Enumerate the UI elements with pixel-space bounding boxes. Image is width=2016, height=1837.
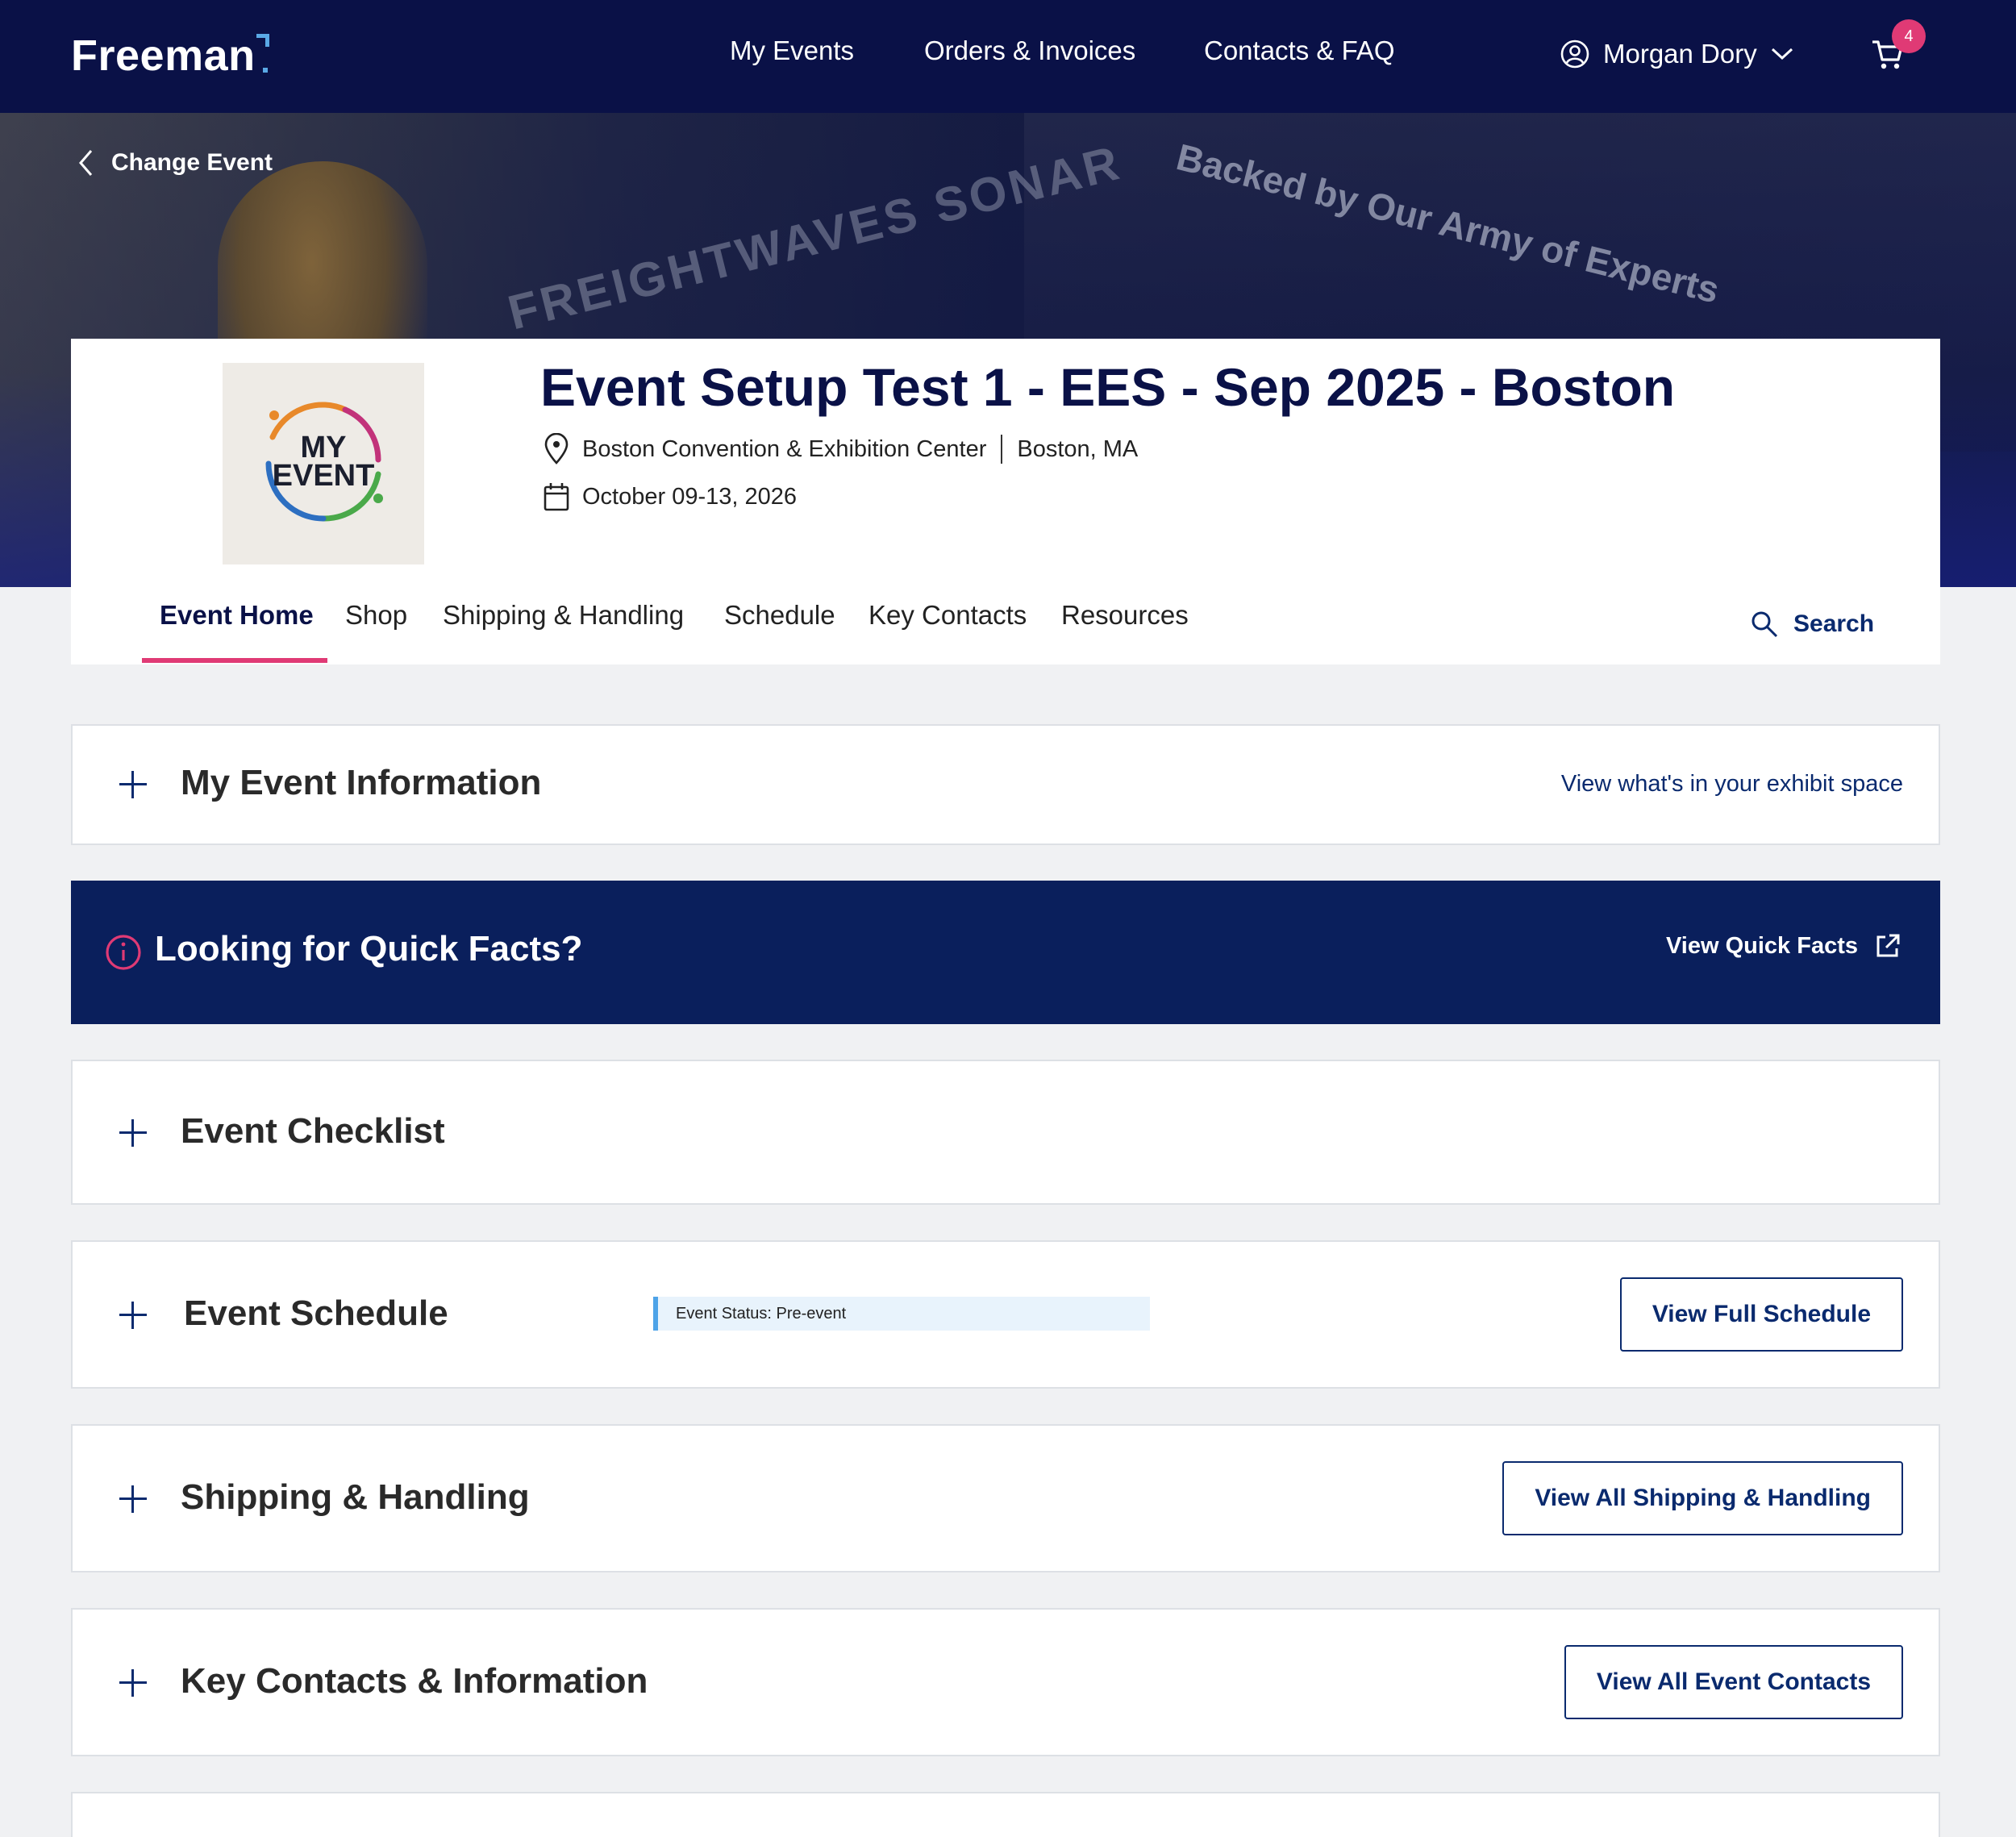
my-event-information-section: My Event Information View what's in your… — [71, 724, 1940, 845]
view-all-contacts-button[interactable]: View All Event Contacts — [1564, 1645, 1903, 1719]
nav-contacts-faq[interactable]: Contacts & FAQ — [1204, 35, 1395, 66]
event-status-badge: Event Status: Pre-event — [653, 1297, 1150, 1331]
shipping-handling-section: Shipping & Handling View All Shipping & … — [71, 1424, 1940, 1572]
expand-plus-icon[interactable] — [119, 1485, 147, 1513]
user-menu[interactable]: Morgan Dory — [1560, 35, 1794, 73]
tab-shipping-handling[interactable]: Shipping & Handling — [443, 600, 684, 631]
chevron-left-icon — [79, 150, 93, 176]
event-location: Boston Convention & Exhibition Center Bo… — [542, 431, 1138, 467]
divider — [1001, 435, 1003, 464]
event-checklist-section: Event Checklist — [71, 1060, 1940, 1205]
nav-orders-invoices[interactable]: Orders & Invoices — [924, 35, 1135, 66]
event-dates: October 09-13, 2026 — [582, 483, 798, 510]
top-navigation: Freeman My Events Orders & Invoices Cont… — [0, 0, 2016, 113]
expand-plus-icon[interactable] — [119, 1669, 147, 1697]
event-title: Event Setup Test 1 - EES - Sep 2025 - Bo… — [540, 357, 1676, 417]
quick-facts-banner: Looking for Quick Facts? View Quick Fact… — [71, 881, 1940, 1024]
nav-my-events[interactable]: My Events — [730, 35, 854, 66]
user-name: Morgan Dory — [1603, 39, 1757, 69]
event-logo-text: EVENT — [273, 459, 375, 493]
active-tab-indicator — [142, 658, 327, 663]
view-quick-facts-link[interactable]: View Quick Facts — [1666, 932, 1901, 960]
event-dates-row: October 09-13, 2026 — [542, 479, 797, 514]
key-contacts-section: Key Contacts & Information View All Even… — [71, 1608, 1940, 1756]
external-link-icon — [1876, 934, 1900, 957]
event-logo-ring-icon: MY EVENT — [265, 402, 383, 522]
location-pin-icon — [544, 433, 569, 464]
cart-count-badge: 4 — [1892, 19, 1926, 53]
view-exhibit-space-link[interactable]: View what's in your exhibit space — [1561, 771, 1903, 798]
chevron-down-icon — [1771, 48, 1793, 60]
tab-schedule[interactable]: Schedule — [724, 600, 835, 631]
tab-resources[interactable]: Resources — [1061, 600, 1189, 631]
tab-event-home[interactable]: Event Home — [160, 600, 314, 631]
calendar-icon — [544, 483, 569, 511]
event-city: Boston, MA — [1017, 435, 1139, 462]
event-tabs: Event Home Shop Shipping & Handling Sche… — [71, 587, 1940, 664]
section-title[interactable]: My Event Information — [181, 763, 541, 803]
event-schedule-section: Event Schedule Event Status: Pre-event V… — [71, 1240, 1940, 1389]
view-quick-facts-label: View Quick Facts — [1665, 932, 1858, 959]
search-button[interactable]: Search — [1750, 606, 1874, 642]
change-event-label: Change Event — [111, 149, 273, 176]
freeman-logo[interactable]: Freeman — [71, 31, 256, 81]
section-title[interactable]: Shipping & Handling — [181, 1477, 530, 1518]
search-icon — [1752, 611, 1778, 638]
tab-key-contacts[interactable]: Key Contacts — [868, 600, 1027, 631]
view-full-schedule-button[interactable]: View Full Schedule — [1619, 1277, 1903, 1352]
expand-plus-icon[interactable] — [119, 1302, 147, 1329]
search-label: Search — [1793, 610, 1875, 637]
section-title[interactable]: Key Contacts & Information — [181, 1661, 648, 1702]
event-header-card: MY EVENT Event Setup Test 1 - EES - Sep … — [71, 339, 1940, 587]
logo-dot-icon — [263, 68, 268, 73]
info-icon — [106, 935, 141, 970]
tab-shop[interactable]: Shop — [345, 600, 407, 631]
logo-mark-icon — [256, 34, 269, 47]
event-logo: MY EVENT — [223, 363, 424, 564]
user-icon — [1560, 40, 1589, 69]
view-all-shipping-button[interactable]: View All Shipping & Handling — [1502, 1461, 1903, 1535]
quick-facts-title: Looking for Quick Facts? — [155, 929, 583, 968]
section-title[interactable]: Event Schedule — [184, 1293, 448, 1334]
expand-plus-icon[interactable] — [119, 771, 147, 798]
section-title[interactable]: Event Checklist — [181, 1111, 445, 1152]
event-venue: Boston Convention & Exhibition Center — [582, 435, 987, 462]
change-event-link[interactable]: Change Event — [77, 148, 273, 177]
next-section-partial — [71, 1792, 1940, 1837]
expand-plus-icon[interactable] — [119, 1119, 147, 1147]
